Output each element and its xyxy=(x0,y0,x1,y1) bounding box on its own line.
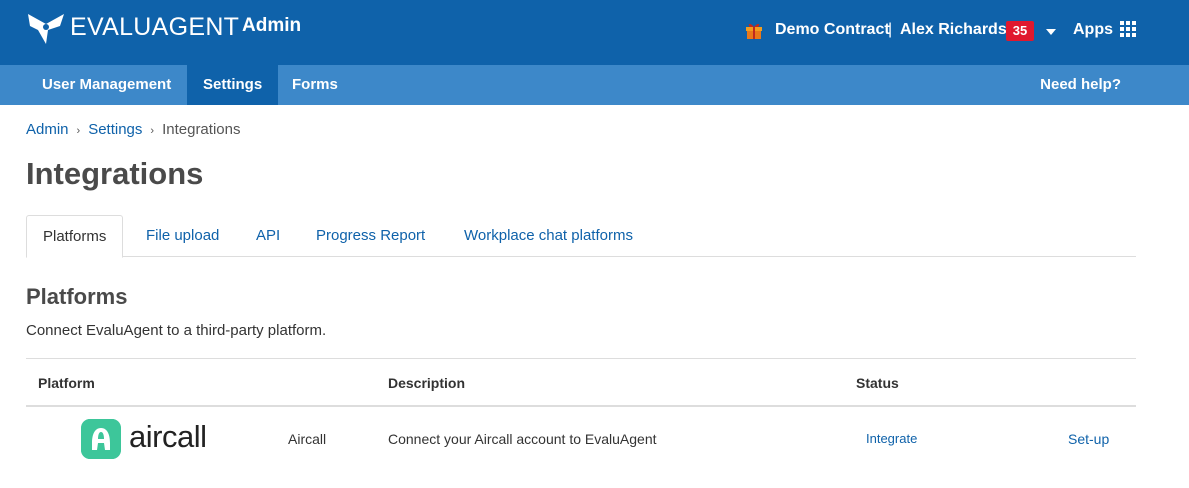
breadcrumb-chevron: › xyxy=(150,125,155,137)
page-title: Integrations xyxy=(26,156,204,191)
platforms-table: Platform Description Status aircall Airc… xyxy=(26,358,1136,471)
chevron-down-icon[interactable] xyxy=(1046,29,1056,35)
apps-grid-icon[interactable] xyxy=(1120,21,1136,37)
notification-badge[interactable]: 35 xyxy=(1006,21,1034,41)
section-name: Admin xyxy=(242,15,302,36)
breadcrumb-admin[interactable]: Admin xyxy=(26,121,69,138)
tab-platforms[interactable]: Platforms xyxy=(26,215,124,258)
section-title: Platforms xyxy=(26,284,128,309)
evaluagent-logo-icon[interactable] xyxy=(26,10,66,46)
brand-name[interactable]: EVALUAGENT xyxy=(70,13,239,42)
header-separator: | xyxy=(888,21,893,38)
tab-api[interactable]: API xyxy=(256,215,280,257)
gift-icon xyxy=(746,23,762,39)
table-row: aircall Aircall Connect your Aircall acc… xyxy=(26,407,1136,471)
platform-name: Aircall xyxy=(288,431,327,447)
tab-workplace-chat[interactable]: Workplace chat platforms xyxy=(464,215,633,257)
contract-name[interactable]: Demo Contract xyxy=(775,21,890,39)
table-header: Platform Description Status xyxy=(26,358,1136,407)
aircall-mark-icon xyxy=(81,419,121,459)
setup-link[interactable]: Set-up xyxy=(1068,407,1109,471)
nav-user-management[interactable]: User Management xyxy=(26,65,187,105)
header-description: Description xyxy=(388,375,466,391)
breadcrumb-chevron: › xyxy=(76,125,81,137)
nav-settings[interactable]: Settings xyxy=(187,65,279,105)
apps-link[interactable]: Apps xyxy=(1073,21,1113,39)
integration-tabs: Platforms File upload API Progress Repor… xyxy=(26,215,1136,258)
header-platform: Platform xyxy=(38,375,95,391)
aircall-wordmark: aircall xyxy=(129,419,207,454)
user-name[interactable]: Alex Richards xyxy=(900,21,1007,39)
breadcrumb: Admin › Settings › Integrations xyxy=(26,121,240,138)
tab-file-upload[interactable]: File upload xyxy=(146,215,219,257)
nav-forms[interactable]: Forms xyxy=(276,65,354,105)
platform-description: Connect your Aircall account to EvaluAge… xyxy=(388,431,657,447)
header-status: Status xyxy=(856,375,899,391)
breadcrumb-current: Integrations xyxy=(162,121,241,138)
integrate-status[interactable]: Integrate xyxy=(866,407,917,471)
breadcrumb-settings[interactable]: Settings xyxy=(88,121,142,138)
section-description: Connect EvaluAgent to a third-party plat… xyxy=(26,322,327,339)
tab-progress-report[interactable]: Progress Report xyxy=(316,215,425,257)
sub-navigation: User Management Settings Forms Need help… xyxy=(0,65,1189,105)
top-bar: EVALUAGENT Admin Demo Contract | Alex Ri… xyxy=(0,0,1189,65)
help-link[interactable]: Need help? xyxy=(1040,65,1121,105)
